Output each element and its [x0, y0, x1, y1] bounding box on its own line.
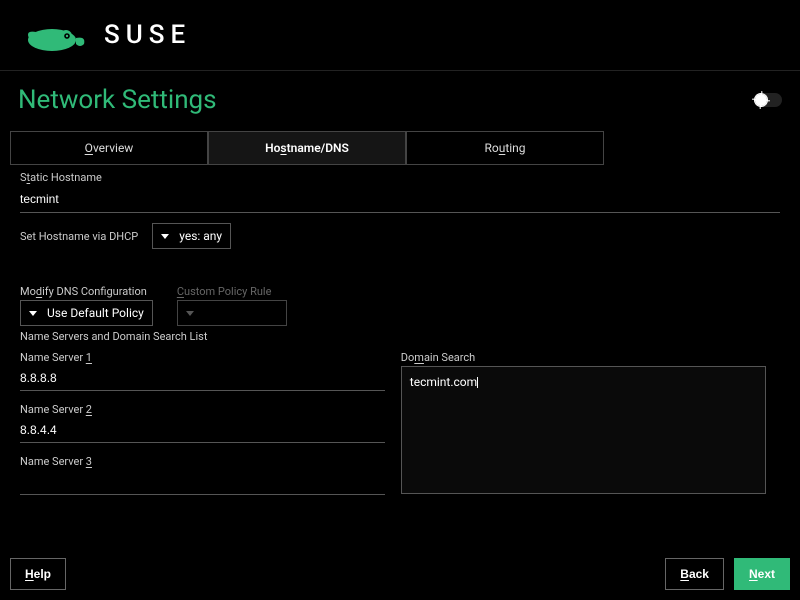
- domain-search-input[interactable]: tecmint.com: [401, 366, 766, 494]
- dhcp-hostname-label: Set Hostname via DHCP: [20, 230, 138, 249]
- brand-title: SUSE: [104, 20, 191, 50]
- back-button[interactable]: Back: [665, 558, 724, 590]
- custom-policy-select: [177, 300, 287, 326]
- ns3-input[interactable]: [20, 470, 385, 495]
- chevron-down-icon: [186, 311, 194, 316]
- ns2-label: Name Server 2: [20, 403, 385, 416]
- modify-dns-label: Modify DNS Configuration: [20, 285, 153, 298]
- tab-routing[interactable]: Routing: [406, 131, 604, 165]
- next-button[interactable]: Next: [734, 558, 790, 590]
- static-hostname-input[interactable]: [20, 186, 780, 213]
- dhcp-hostname-value: yes: any: [179, 229, 222, 243]
- sun-icon: [755, 94, 767, 106]
- tab-bar: Overview Hostname/DNS Routing: [10, 131, 790, 165]
- dns-policy-value: Use Default Policy: [47, 306, 144, 320]
- app-header: SUSE: [0, 0, 800, 70]
- tab-hostname-dns[interactable]: Hostname/DNS: [208, 131, 406, 165]
- ns1-label: Name Server 1: [20, 351, 385, 364]
- ns3-label: Name Server 3: [20, 455, 385, 468]
- page-title: Network Settings: [18, 85, 217, 115]
- static-hostname-label: Static Hostname: [20, 171, 790, 184]
- footer-bar: Help Back Next: [10, 558, 790, 590]
- text-cursor: [477, 377, 478, 388]
- tab-overview[interactable]: Overview: [10, 131, 208, 165]
- theme-toggle[interactable]: [754, 93, 782, 107]
- domain-search-label: Domain Search: [401, 351, 766, 364]
- ns2-input[interactable]: [20, 418, 385, 443]
- name-servers-heading: Name Servers and Domain Search List: [20, 330, 790, 343]
- dhcp-hostname-select[interactable]: yes: any: [152, 223, 231, 249]
- chevron-down-icon: [161, 234, 169, 239]
- ns1-input[interactable]: [20, 366, 385, 391]
- chevron-down-icon: [29, 311, 37, 316]
- help-button[interactable]: Help: [10, 558, 66, 590]
- dns-policy-select[interactable]: Use Default Policy: [20, 300, 153, 326]
- suse-logo-icon: [22, 18, 92, 52]
- custom-policy-label: Custom Policy Rule: [177, 285, 287, 298]
